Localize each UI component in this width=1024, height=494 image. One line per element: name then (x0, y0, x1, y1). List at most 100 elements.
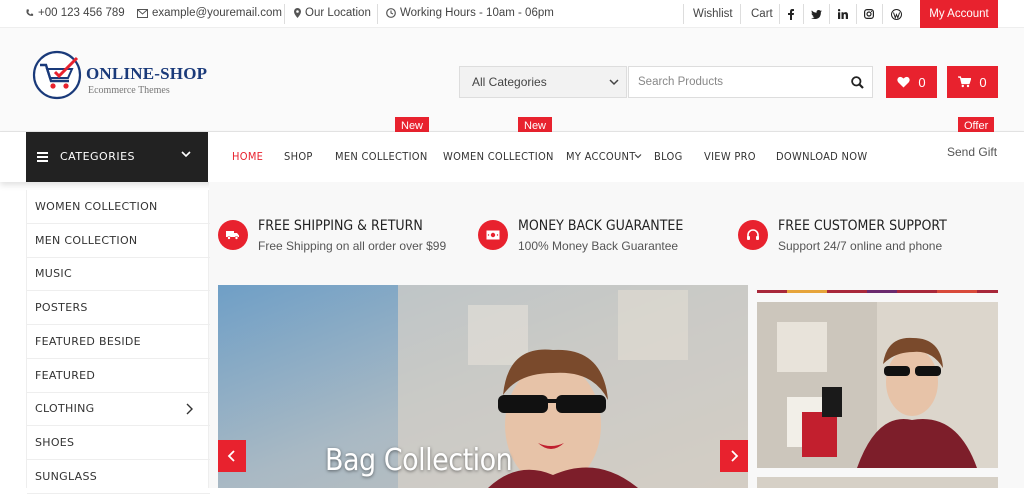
divider (683, 4, 684, 24)
feature-title: MONEY BACK GUARANTEE (518, 218, 684, 234)
wishlist-count: 0 (918, 74, 926, 90)
category-sidebar: WOMEN COLLECTION MEN COLLECTION MUSIC PO… (26, 190, 210, 494)
chevron-right-icon (186, 403, 193, 415)
wordpress-icon[interactable] (889, 7, 903, 21)
side-banner-image (757, 477, 998, 488)
truck-icon (218, 220, 248, 250)
location-info: Our Location (294, 7, 371, 19)
divider (779, 4, 780, 24)
feature-support: FREE CUSTOMER SUPPORT Support 24/7 onlin… (738, 218, 947, 253)
category-select-value: All Categories (472, 75, 547, 89)
my-account-label: My Account (929, 8, 989, 20)
sidebar-item-label: FEATURED (35, 369, 96, 382)
divider (377, 4, 378, 24)
slide-title: Bag Collection (325, 443, 513, 478)
hero-slider[interactable]: Bag Collection (218, 285, 748, 488)
search-icon[interactable] (851, 76, 864, 89)
envelope-icon (137, 8, 148, 18)
sidebar-item-label: WOMEN COLLECTION (35, 200, 158, 213)
heart-icon (897, 76, 911, 88)
sidebar-item-music[interactable]: MUSIC (27, 257, 210, 291)
main-navbar: CATEGORIES HOME SHOP MEN COLLECTION WOME… (0, 132, 1024, 182)
side-banner-top[interactable] (757, 285, 998, 293)
feature-subtitle: Free Shipping on all order over $99 (258, 239, 447, 253)
wishlist-link[interactable]: Wishlist (693, 8, 733, 20)
site-header: ONLINE-SHOP Ecommerce Themes All Categor… (0, 28, 1024, 132)
nav-women-collection[interactable]: WOMEN COLLECTION (443, 150, 554, 163)
slider-next-button[interactable] (720, 440, 748, 472)
sidebar-item-label: SHOES (35, 436, 75, 449)
nav-home[interactable]: HOME (232, 150, 263, 163)
chevron-left-icon (227, 450, 235, 462)
side-banner-middle[interactable] (757, 302, 998, 468)
sidebar-item-shoes[interactable]: SHOES (27, 426, 210, 460)
feature-title: FREE SHIPPING & RETURN (258, 218, 423, 234)
sidebar-item-clothing[interactable]: CLOTHING (27, 392, 210, 426)
divider (882, 4, 883, 24)
logo-title[interactable]: ONLINE-SHOP (86, 64, 207, 84)
sidebar-item-label: MUSIC (35, 267, 72, 280)
feature-free-shipping: FREE SHIPPING & RETURN Free Shipping on … (218, 218, 446, 253)
phone-icon (26, 9, 34, 16)
feature-subtitle: 100% Money Back Guarantee (518, 239, 679, 253)
wishlist-button[interactable]: 0 (886, 66, 937, 98)
nav-view-pro[interactable]: VIEW PRO (704, 150, 756, 163)
headset-icon (738, 220, 768, 250)
sidebar-item-featured-beside[interactable]: FEATURED BESIDE (27, 325, 210, 359)
feature-subtitle: Support 24/7 online and phone (778, 239, 943, 253)
linkedin-icon[interactable] (836, 7, 850, 21)
instagram-icon[interactable] (862, 7, 876, 21)
chevron-right-icon (731, 450, 739, 462)
email-info: example@youremail.com (137, 7, 282, 19)
logo[interactable] (32, 50, 82, 100)
category-select[interactable]: All Categories (459, 66, 627, 98)
nav-my-account[interactable]: MY ACCOUNT (566, 150, 636, 163)
nav-blog[interactable]: BLOG (654, 150, 683, 163)
sidebar-item-label: MEN COLLECTION (35, 234, 138, 247)
menu-bars-icon (37, 152, 48, 162)
chevron-down-icon (634, 154, 642, 159)
hours-info: Working Hours - 10am - 06pm (386, 7, 554, 19)
money-icon (478, 220, 508, 250)
feature-title: FREE CUSTOMER SUPPORT (778, 218, 947, 234)
categories-label: CATEGORIES (60, 150, 136, 163)
feature-money-back: MONEY BACK GUARANTEE 100% Money Back Gua… (478, 218, 683, 253)
sidebar-item-label: CLOTHING (35, 402, 95, 415)
side-banner-image (757, 290, 998, 293)
cart-button[interactable]: 0 (947, 66, 998, 98)
chevron-down-icon (181, 151, 191, 158)
send-gift-link[interactable]: Send Gift (947, 145, 997, 159)
shopping-cart-icon (958, 76, 972, 88)
search-input[interactable]: Search Products (628, 66, 873, 98)
email-text: example@youremail.com (152, 7, 282, 19)
phone-text: +00 123 456 789 (38, 7, 125, 19)
cart-link[interactable]: Cart (751, 8, 773, 20)
sidebar-item-label: POSTERS (35, 301, 88, 314)
nav-shop[interactable]: SHOP (284, 150, 313, 163)
sidebar-item-posters[interactable]: POSTERS (27, 291, 210, 325)
my-account-button[interactable]: My Account (920, 0, 998, 28)
cart-logo-icon (32, 50, 82, 100)
logo-subtitle: Ecommerce Themes (88, 85, 170, 96)
nav-download-now[interactable]: DOWNLOAD NOW (776, 150, 867, 163)
clock-icon (386, 8, 396, 18)
sidebar-item-men-collection[interactable]: MEN COLLECTION (27, 224, 210, 258)
location-text: Our Location (305, 7, 371, 19)
top-bar: +00 123 456 789 example@youremail.com Ou… (0, 0, 1024, 28)
categories-toggle[interactable]: CATEGORIES (26, 132, 208, 182)
slider-prev-button[interactable] (218, 440, 246, 472)
search-placeholder: Search Products (638, 76, 724, 88)
nav-men-collection[interactable]: MEN COLLECTION (335, 150, 428, 163)
twitter-icon[interactable] (809, 7, 823, 21)
map-marker-icon (294, 8, 301, 18)
divider (284, 4, 285, 24)
sidebar-item-featured[interactable]: FEATURED (27, 359, 210, 393)
facebook-icon[interactable] (784, 7, 798, 21)
phone-info: +00 123 456 789 (25, 7, 125, 19)
divider (829, 4, 830, 24)
sidebar-item-label: FEATURED BESIDE (35, 335, 141, 348)
side-banner-bottom[interactable] (757, 476, 998, 488)
cart-count: 0 (979, 74, 987, 90)
sidebar-item-sunglass[interactable]: SUNGLASS (27, 460, 210, 494)
sidebar-item-women-collection[interactable]: WOMEN COLLECTION (27, 190, 210, 224)
